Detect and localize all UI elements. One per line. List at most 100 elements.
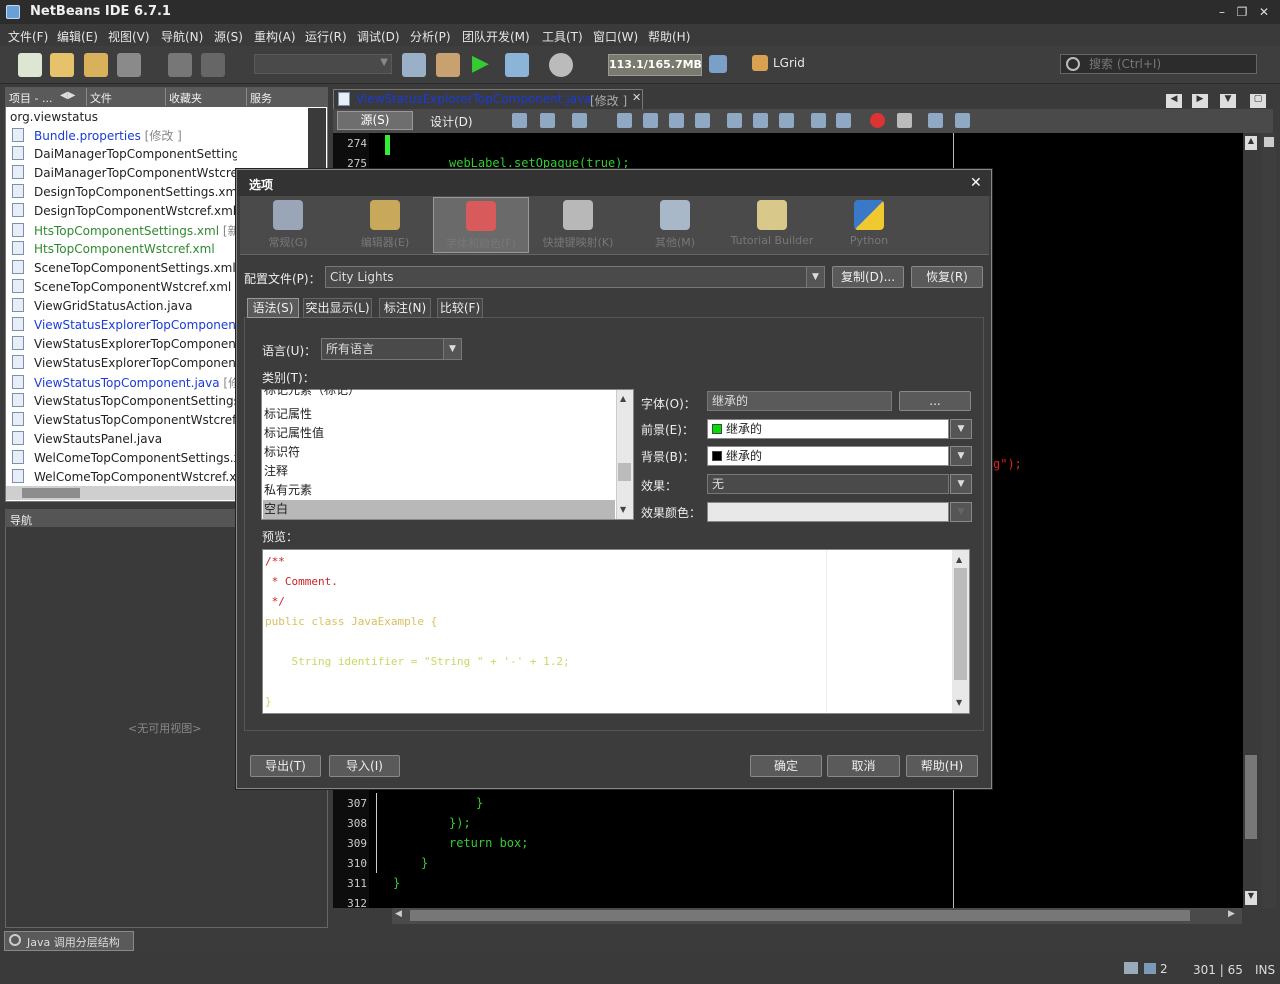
find-next-icon[interactable] — [669, 113, 684, 128]
font-field[interactable]: 继承的 — [707, 391, 892, 411]
clean-build-icon[interactable] — [436, 53, 460, 77]
category-list-item[interactable]: 标记属性 — [263, 405, 615, 424]
tree-file-item[interactable]: ViewStatusExplorerTopComponent — [12, 336, 237, 355]
tab-favorites[interactable]: 收藏夹 — [169, 90, 202, 106]
menu-source[interactable]: 源(S) — [214, 28, 243, 45]
language-select[interactable]: 所有语言 ▼ — [321, 338, 462, 360]
category-list-item-selected[interactable]: 空白 — [263, 500, 615, 519]
category-general[interactable]: 常规(G) — [240, 197, 336, 253]
shift-right-icon[interactable] — [836, 113, 851, 128]
scroll-tabs-right-icon[interactable]: ▶ — [1192, 94, 1208, 108]
scroll-tabs-left-icon[interactable]: ◀ — [1166, 94, 1182, 108]
profile-select[interactable]: City Lights ▼ — [325, 266, 825, 288]
notification-icon[interactable] — [1124, 962, 1138, 974]
editor-hscroll-thumb[interactable] — [410, 910, 1190, 921]
preview-scroll-thumb[interactable] — [954, 568, 967, 680]
source-view-button[interactable]: 源(S) — [337, 111, 413, 130]
tab-menu-icon[interactable]: ◀▶ — [60, 90, 75, 101]
tree-file-item[interactable]: ViewStatusTopComponentWstcref. — [12, 412, 237, 431]
save-all-icon[interactable] — [117, 53, 141, 77]
build-hammer-icon[interactable] — [402, 53, 426, 77]
chevron-down-icon[interactable]: ▼ — [950, 446, 972, 466]
tab-services[interactable]: 服务 — [250, 90, 272, 106]
tab-diff[interactable]: 比较(F) — [437, 298, 483, 318]
find-selection-icon[interactable] — [617, 113, 632, 128]
tab-annotations[interactable]: 标注(N) — [379, 298, 431, 318]
tree-file-item[interactable]: WelComeTopComponentSettings.x — [12, 450, 237, 469]
export-button[interactable]: 导出(T) — [250, 755, 321, 777]
prev-bookmark-icon[interactable] — [727, 113, 742, 128]
tab-highlighting[interactable]: 突出显示(L) — [303, 298, 372, 318]
minimize-icon[interactable]: – — [1214, 4, 1230, 20]
tree-file-item[interactable]: HtsTopComponentWstcref.xml — [12, 241, 237, 260]
tree-file-item[interactable]: ViewStatusTopComponentSettings — [12, 393, 237, 412]
undo-icon[interactable] — [168, 53, 192, 77]
tab-projects[interactable]: 项目 - ... — [9, 90, 52, 106]
tree-package-node[interactable]: org.viewstatus — [10, 110, 98, 124]
category-list-item[interactable]: 注释 — [263, 462, 615, 481]
ok-button[interactable]: 确定 — [750, 755, 822, 777]
restore-icon[interactable]: ❐ — [1234, 4, 1250, 20]
last-edit-icon[interactable] — [512, 113, 527, 128]
profile-icon[interactable] — [549, 53, 573, 77]
menu-file[interactable]: 文件(F) — [8, 28, 48, 45]
menu-debug[interactable]: 调试(D) — [357, 28, 400, 45]
background-color-select[interactable]: 继承的 — [707, 446, 949, 466]
tree-file-item[interactable]: ViewStautsPanel.java — [12, 431, 237, 450]
memory-meter[interactable]: 113.1/165.7MB — [608, 54, 702, 76]
category-list-item[interactable]: 标识符 — [263, 443, 615, 462]
import-button[interactable]: 导入(I) — [329, 755, 400, 777]
tree-scroll-thumb[interactable] — [22, 488, 80, 498]
forward-icon[interactable] — [572, 113, 587, 128]
tree-file-item[interactable]: DesignTopComponentWstcref.xml — [12, 203, 237, 222]
cancel-button[interactable]: 取消 — [827, 755, 900, 777]
dialog-close-icon[interactable]: ✕ — [970, 175, 982, 191]
tree-file-item[interactable]: SceneTopComponentWstcref.xml — [12, 279, 237, 298]
editor-scroll-thumb[interactable] — [1245, 755, 1257, 839]
lgrid-label[interactable]: LGrid — [773, 56, 805, 70]
tab-syntax[interactable]: 语法(S) — [247, 298, 299, 318]
scroll-down-icon[interactable]: ▼ — [620, 505, 626, 514]
category-fonts-colors[interactable]: 字体和颜色(F) — [433, 197, 529, 253]
run-config-combo[interactable]: ▼ — [254, 54, 392, 74]
category-list-item[interactable]: 标记属性值 — [263, 424, 615, 443]
scroll-up-icon[interactable]: ▲ — [1245, 136, 1257, 150]
category-list-thumb[interactable] — [618, 463, 631, 481]
menu-window[interactable]: 窗口(W) — [593, 28, 638, 45]
redo-icon[interactable] — [201, 53, 225, 77]
tree-file-item[interactable]: ViewStatusExplorerTopComponent — [12, 317, 237, 336]
editor-tab-close-icon[interactable]: ✕ — [632, 91, 641, 104]
category-list-item[interactable]: 私有元素 — [263, 481, 615, 500]
tree-file-item[interactable]: ViewGridStatusAction.java — [12, 298, 237, 317]
help-button[interactable]: 帮助(H) — [906, 755, 978, 777]
menu-team[interactable]: 团队开发(M) — [462, 28, 530, 45]
tab-files[interactable]: 文件 — [90, 90, 112, 106]
effect-select[interactable]: 无 — [707, 474, 949, 494]
menu-help[interactable]: 帮助(H) — [648, 28, 690, 45]
category-misc[interactable]: 其他(M) — [627, 197, 723, 253]
scroll-right-icon[interactable]: ▶ — [1228, 909, 1235, 919]
tree-file-item[interactable]: Bundle.properties [修改 ] — [12, 127, 237, 146]
tree-file-item[interactable]: SceneTopComponentSettings.xml — [12, 260, 237, 279]
menu-run[interactable]: 运行(R) — [305, 28, 347, 45]
close-icon[interactable]: ✕ — [1256, 4, 1272, 20]
category-editor[interactable]: 编辑器(E) — [337, 197, 433, 253]
category-python[interactable]: Python — [821, 197, 917, 253]
duplicate-button[interactable]: 复制(D)... — [832, 266, 904, 288]
category-keymap[interactable]: 快捷键映射(K) — [530, 197, 626, 253]
category-tutorial-builder[interactable]: Tutorial Builder — [724, 197, 820, 253]
find-prev-icon[interactable] — [643, 113, 658, 128]
font-chooser-button[interactable]: ... — [899, 391, 971, 411]
menu-tools[interactable]: 工具(T) — [542, 28, 583, 45]
garbage-collect-icon[interactable] — [709, 55, 727, 73]
tree-file-item[interactable]: ViewStatusExplorerTopComponent — [12, 355, 237, 374]
tree-file-item[interactable]: HtsTopComponentSettings.xml [新 — [12, 222, 237, 241]
chevron-down-icon[interactable]: ▼ — [950, 419, 972, 439]
call-hierarchy-label[interactable]: Java 调用分层结构 — [27, 934, 120, 950]
next-bookmark-icon[interactable] — [753, 113, 768, 128]
new-project-icon[interactable] — [50, 53, 74, 77]
category-list-item[interactable]: 标记元素（标记） — [263, 389, 615, 401]
tree-file-item[interactable]: DaiManagerTopComponentSettings.xml — [12, 146, 237, 165]
stop-macro-icon[interactable] — [897, 113, 912, 128]
maximize-window-icon[interactable]: ▢ — [1250, 94, 1266, 108]
